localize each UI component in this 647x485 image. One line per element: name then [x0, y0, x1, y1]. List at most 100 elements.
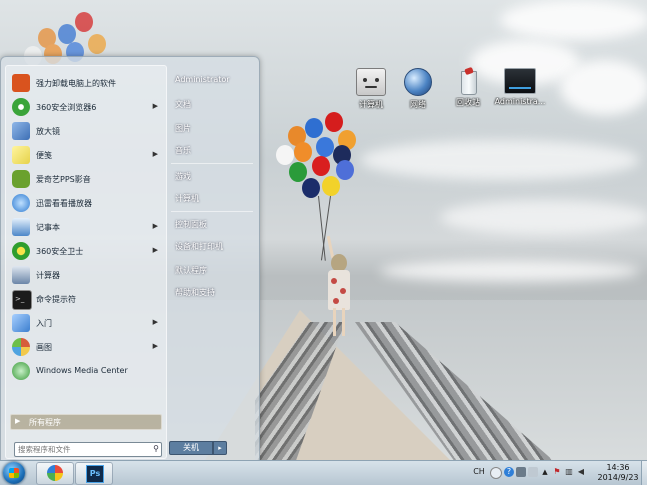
media-center-icon — [12, 362, 30, 380]
network-icon — [404, 68, 432, 96]
search-icon[interactable]: ⚲ — [153, 444, 159, 453]
keyboard-icon[interactable] — [490, 467, 502, 479]
program-calculator[interactable]: 计算器 — [10, 264, 162, 286]
cloud — [500, 0, 647, 40]
balloon — [322, 176, 340, 196]
cloud — [380, 260, 640, 282]
program-360-browser[interactable]: 360安全浏览器6 ▶ — [10, 96, 162, 118]
program-label: 强力卸载电脑上的软件 — [36, 79, 116, 88]
right-item-music[interactable]: 音乐 — [175, 145, 253, 159]
program-paint[interactable]: 画图 ▶ — [10, 336, 162, 358]
ime-indicator[interactable]: CH — [472, 467, 486, 477]
getting-started-icon — [12, 314, 30, 332]
balloon — [88, 34, 106, 54]
taskbar-app-photoshop[interactable]: Ps — [75, 462, 113, 485]
clock-time: 14:36 — [606, 463, 630, 472]
program-cmd[interactable]: >_ 命令提示符 — [10, 288, 162, 310]
search-box[interactable]: ⚲ — [14, 442, 162, 457]
separator — [171, 163, 253, 164]
program-xunlei-player[interactable]: 迅雷看看播放器 — [10, 192, 162, 214]
balloon — [312, 156, 330, 176]
submenu-arrow-icon: ▶ — [152, 222, 158, 230]
girl-dress — [328, 270, 350, 310]
uninstall-icon — [12, 74, 30, 92]
desktop-icon-recycle-bin[interactable]: 回收站 — [441, 66, 495, 108]
balloon — [58, 24, 76, 44]
program-notepad[interactable]: 记事本 ▶ — [10, 216, 162, 238]
submenu-arrow-icon: ▶ — [152, 342, 158, 350]
sticky-notes-icon — [12, 146, 30, 164]
user-folder-icon — [504, 68, 536, 94]
windows-logo-icon — [9, 468, 19, 478]
right-item-default-programs[interactable]: 默认程序 — [175, 265, 253, 279]
program-sticky-notes[interactable]: 便笺 ▶ — [10, 144, 162, 166]
right-item-pictures[interactable]: 图片 — [175, 123, 253, 137]
balloon — [75, 12, 93, 32]
desktop-icon-label: 网络 — [410, 100, 426, 109]
program-label: 入门 — [36, 319, 52, 328]
desktop-icon-computer[interactable]: 计算机 — [344, 68, 398, 110]
ime-toolbar-icon[interactable] — [516, 467, 526, 477]
start-menu: 强力卸载电脑上的软件 360安全浏览器6 ▶ 放大镜 便笺 ▶ 爱奇艺PPS影音… — [0, 56, 260, 462]
desktop-icon-user-folder[interactable]: Administra... — [493, 68, 547, 106]
right-item-games[interactable]: 游戏 — [175, 171, 253, 185]
computer-icon — [356, 68, 386, 96]
right-item-user[interactable]: Administrator — [175, 75, 253, 89]
show-desktop-button[interactable] — [641, 461, 647, 485]
program-label: Windows Media Center — [36, 366, 128, 375]
cmd-icon: >_ — [12, 290, 32, 310]
program-label: 放大镜 — [36, 127, 60, 136]
action-center-icon[interactable]: ⚑ — [552, 467, 562, 477]
program-label: 便笺 — [36, 151, 52, 160]
all-programs-label: 所有程序 — [29, 418, 61, 427]
submenu-arrow-icon: ▶ — [152, 246, 158, 254]
paint-icon — [12, 338, 30, 356]
clock[interactable]: 14:36 2014/9/23 — [595, 463, 641, 483]
desktop-icon-network[interactable]: 网络 — [391, 68, 445, 110]
balloon — [302, 178, 320, 198]
program-getting-started[interactable]: 入门 ▶ — [10, 312, 162, 334]
start-menu-places-pane: Administrator 文档 图片 音乐 游戏 计算机 控制面板 设备和打印… — [169, 65, 255, 457]
program-360-safe[interactable]: 360安全卫士 ▶ — [10, 240, 162, 262]
program-pps[interactable]: 爱奇艺PPS影音 — [10, 168, 162, 190]
balloon — [325, 112, 343, 132]
balloon — [336, 160, 354, 180]
volume-icon[interactable]: ◀ — [576, 467, 586, 477]
expand-arrow-icon: ▶ — [15, 417, 21, 425]
show-hidden-icons-icon[interactable]: ▲ — [540, 467, 550, 477]
cloud — [440, 200, 647, 235]
taskbar-app-360-browser[interactable] — [36, 462, 74, 485]
girl-arm — [326, 235, 335, 259]
desktop-icon-label: 回收站 — [456, 98, 480, 107]
program-label: 360安全卫士 — [36, 247, 84, 256]
right-item-control-panel[interactable]: 控制面板 — [175, 219, 253, 233]
balloon — [316, 137, 334, 157]
cloud — [360, 140, 640, 180]
balloon — [294, 142, 312, 162]
program-media-center[interactable]: Windows Media Center — [10, 360, 162, 382]
shutdown-button[interactable]: 关机 — [169, 441, 213, 455]
network-status-icon[interactable]: ▥ — [564, 467, 574, 477]
right-item-help[interactable]: 帮助和支持 — [175, 287, 253, 301]
help-icon[interactable]: ? — [504, 467, 514, 477]
start-button[interactable] — [3, 462, 25, 484]
right-item-documents[interactable]: 文档 — [175, 99, 253, 113]
tray-settings-icon[interactable] — [528, 467, 538, 477]
separator — [171, 211, 253, 212]
right-item-computer[interactable]: 计算机 — [175, 193, 253, 207]
shutdown-options-button[interactable]: ▸ — [213, 441, 227, 455]
program-label: 计算器 — [36, 271, 60, 280]
360-browser-icon — [47, 465, 63, 481]
right-item-devices-printers[interactable]: 设备和打印机 — [175, 241, 253, 255]
girl-leg — [333, 308, 336, 336]
pps-icon — [12, 170, 30, 188]
program-uninstaller[interactable]: 强力卸载电脑上的软件 — [10, 72, 162, 94]
program-magnifier[interactable]: 放大镜 — [10, 120, 162, 142]
magnifier-icon — [12, 122, 30, 140]
balloon — [305, 118, 323, 138]
all-programs-button[interactable]: ▶ 所有程序 — [10, 414, 162, 430]
search-input[interactable] — [15, 443, 147, 456]
program-label: 画图 — [36, 343, 52, 352]
photoshop-icon: Ps — [86, 465, 104, 483]
start-menu-programs-pane: 强力卸载电脑上的软件 360安全浏览器6 ▶ 放大镜 便笺 ▶ 爱奇艺PPS影音… — [5, 65, 167, 459]
